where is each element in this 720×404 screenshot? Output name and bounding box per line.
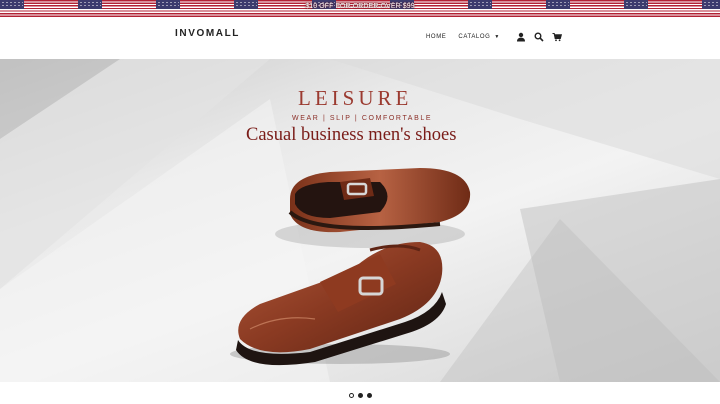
announcement-bar: $10 OFF FOR ORDER OVER $99	[0, 0, 720, 17]
account-icon[interactable]	[516, 32, 526, 42]
main-nav: HOME CATALOG ▼	[426, 32, 566, 42]
nav-item-home[interactable]: HOME	[426, 34, 446, 40]
hero-banner[interactable]: LEISURE WEAR | SLIP | COMFORTABLE Casual…	[0, 59, 720, 382]
announcement-text: $10 OFF FOR ORDER OVER $99	[305, 3, 415, 10]
caret-down-icon: ▼	[494, 34, 500, 40]
nav-item-catalog[interactable]: CATALOG ▼	[458, 34, 500, 40]
shoes-image	[230, 168, 471, 366]
search-icon[interactable]	[534, 32, 544, 42]
hero-subtitle: WEAR | SLIP | COMFORTABLE	[292, 115, 433, 122]
hero-headline: Casual business men's shoes	[246, 125, 457, 145]
nav-item-label: HOME	[426, 34, 447, 40]
slider-dot-1[interactable]	[348, 392, 354, 398]
nav-item-label: CATALOG	[458, 34, 491, 40]
slider-dot-3[interactable]	[366, 392, 372, 398]
slider-dot-2[interactable]	[357, 392, 363, 398]
hero-title: LEISURE	[298, 86, 413, 110]
slider-pagination	[0, 390, 720, 400]
site-header: INVOMALL HOME CATALOG ▼	[0, 17, 720, 59]
site-logo[interactable]: INVOMALL	[175, 28, 240, 39]
cart-icon[interactable]	[552, 32, 562, 42]
